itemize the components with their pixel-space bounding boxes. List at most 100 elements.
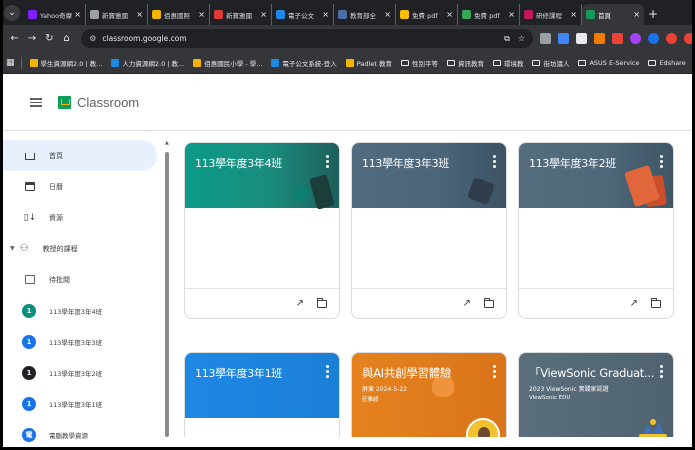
- bookmark-label[interactable]: 資訊教育: [458, 58, 484, 68]
- sidebar-scrollbar[interactable]: ▲: [165, 140, 170, 440]
- reload-icon[interactable]: ↻: [43, 33, 56, 44]
- expand-caret-icon[interactable]: ▼: [10, 245, 15, 252]
- folder-icon[interactable]: [651, 297, 661, 308]
- bookmark-star-icon[interactable]: ☆: [518, 34, 525, 43]
- bookmark-item[interactable]: 資訊教育: [446, 58, 484, 68]
- course-card[interactable]: 113學年度3年1班: [184, 352, 340, 437]
- bookmark-item[interactable]: 學生資源網2.0 | 教...: [29, 58, 103, 68]
- close-tab-icon[interactable]: ×: [508, 10, 515, 19]
- extension-icon[interactable]: [558, 33, 569, 44]
- close-tab-icon[interactable]: ×: [322, 10, 329, 19]
- extension-icon[interactable]: [576, 33, 587, 44]
- bookmark-label[interactable]: 街坊議人: [543, 58, 569, 68]
- course-card-banner[interactable]: 113學年度3年1班: [185, 353, 339, 418]
- sidebar-course-item[interactable]: 1 113學年度3年3班: [3, 326, 163, 357]
- extension-icon[interactable]: [630, 33, 641, 44]
- browser-tab[interactable]: 免費 pdf ×: [396, 4, 458, 25]
- browser-tab[interactable]: 電子公文 ×: [272, 4, 334, 25]
- close-tab-icon[interactable]: ×: [570, 10, 577, 19]
- classroom-logo-icon[interactable]: [58, 96, 71, 109]
- bookmark-item[interactable]: 街坊議人: [532, 58, 569, 68]
- extension-icon[interactable]: [594, 33, 605, 44]
- course-card-banner[interactable]: 與AI共創學習體驗 屏東 2024-5-22 莊雅超: [352, 353, 506, 437]
- close-tab-icon[interactable]: ×: [446, 10, 453, 19]
- tab-title[interactable]: 新寶雅國: [102, 10, 134, 20]
- scroll-thumb[interactable]: [165, 152, 169, 437]
- tab-title[interactable]: 研修課程: [536, 10, 568, 20]
- close-tab-icon[interactable]: ×: [136, 10, 143, 19]
- bookmark-item[interactable]: ASUS E-Service: [578, 59, 639, 67]
- url-text[interactable]: classroom.google.com: [102, 34, 504, 43]
- more-options-icon[interactable]: [493, 365, 496, 378]
- sidebar-item-to-review[interactable]: 待批閱: [3, 264, 163, 295]
- course-card[interactable]: 113學年度3年4班 ↗: [184, 142, 340, 319]
- trending-icon[interactable]: ↗: [630, 298, 638, 309]
- sidebar-item-calendar[interactable]: 日曆: [3, 171, 163, 202]
- home-icon[interactable]: ⌂: [60, 33, 73, 44]
- tab-title[interactable]: 佰惠國照: [164, 10, 196, 20]
- sidebar-course-item[interactable]: 電 電腦教學資源: [3, 419, 163, 450]
- more-options-icon[interactable]: [326, 365, 329, 378]
- extension-icon[interactable]: [684, 33, 695, 44]
- sidebar-course-item[interactable]: 1 113學年度3年4班: [3, 295, 163, 326]
- more-options-icon[interactable]: [493, 155, 496, 168]
- profile-avatar-icon[interactable]: [666, 33, 677, 44]
- bookmark-item[interactable]: 電子公文系統-登入: [271, 58, 337, 68]
- course-card[interactable]: 與AI共創學習體驗 屏東 2024-5-22 莊雅超: [351, 352, 507, 437]
- sidebar-course-item[interactable]: 1 113學年度3年1班: [3, 388, 163, 419]
- bookmark-item[interactable]: 人力資源網2.0 | 教...: [111, 58, 184, 68]
- sidebar-item-resources[interactable]: ▯↓ 資源: [3, 202, 163, 233]
- sidebar-course-item[interactable]: 1 113學年度3年2班: [3, 357, 163, 388]
- browser-tab[interactable]: 佰惠國照 ×: [148, 4, 210, 25]
- course-card-banner[interactable]: 「ViewSonic Graduat... 2023 ViewSonic 實踐家…: [519, 353, 673, 437]
- tab-title[interactable]: 新寶雅國: [226, 10, 258, 20]
- more-options-icon[interactable]: [326, 155, 329, 168]
- extension-icon[interactable]: [612, 33, 623, 44]
- extension-icon[interactable]: [540, 33, 551, 44]
- folder-icon[interactable]: [317, 297, 327, 308]
- course-card-title[interactable]: 「ViewSonic Graduat...: [529, 365, 673, 381]
- course-card-banner[interactable]: 113學年度3年4班: [185, 143, 339, 210]
- bookmark-label[interactable]: 性別平等: [412, 58, 438, 68]
- tab-title[interactable]: 免費 pdf: [412, 10, 444, 20]
- browser-tab[interactable]: 教育部全 ×: [334, 4, 396, 25]
- course-card-banner[interactable]: 113學年度3年2班: [519, 143, 673, 208]
- browser-tab[interactable]: 首頁 ×: [582, 4, 644, 25]
- forward-icon[interactable]: →: [25, 33, 38, 44]
- course-card-title[interactable]: 113學年度3年2班: [529, 155, 673, 171]
- bookmark-label[interactable]: 環境教: [504, 58, 524, 68]
- course-card-banner[interactable]: 113學年度3年3班: [352, 143, 506, 208]
- course-card[interactable]: 113學年度3年3班 ↗: [351, 142, 507, 319]
- install-app-icon[interactable]: ⧉: [504, 34, 510, 44]
- extension-icon[interactable]: [648, 33, 659, 44]
- trending-icon[interactable]: ↗: [296, 298, 304, 309]
- close-tab-icon[interactable]: ×: [384, 10, 391, 19]
- bookmark-item[interactable]: 佰惠國民小學 - 學...: [193, 58, 262, 68]
- bookmark-label[interactable]: Padlet 教育: [357, 58, 392, 68]
- close-tab-icon[interactable]: ×: [633, 10, 640, 19]
- tab-title[interactable]: 電子公文: [288, 10, 320, 20]
- bookmark-item[interactable]: Edshare: [648, 59, 686, 67]
- omnibox[interactable]: ⚙ classroom.google.com ⧉ ☆: [81, 29, 533, 48]
- bookmark-label[interactable]: ASUS E-Service: [589, 59, 639, 67]
- bookmark-label[interactable]: 電子公文系統-登入: [282, 58, 336, 68]
- back-icon[interactable]: ←: [8, 33, 21, 44]
- course-card-title[interactable]: 113學年度3年4班: [195, 155, 339, 171]
- tab-title[interactable]: 教育部全: [350, 10, 382, 20]
- course-card[interactable]: 「ViewSonic Graduat... 2023 ViewSonic 實踐家…: [518, 352, 674, 437]
- more-options-icon[interactable]: [660, 365, 663, 378]
- browser-tab[interactable]: 研修課程 ×: [520, 4, 582, 25]
- close-tab-icon[interactable]: ×: [74, 10, 81, 19]
- bookmark-label[interactable]: 學生資源網2.0 | 教...: [41, 58, 103, 68]
- bookmark-label[interactable]: Edshare: [659, 59, 685, 67]
- browser-tab[interactable]: Yahoo奇摩 ×: [24, 4, 86, 25]
- tab-title[interactable]: 首頁: [598, 10, 631, 20]
- sidebar-section-teaching[interactable]: ▼ ⚇ 教授的課程: [3, 233, 163, 264]
- close-tab-icon[interactable]: ×: [198, 10, 205, 19]
- course-card[interactable]: 113學年度3年2班 ↗: [518, 142, 674, 319]
- new-tab-icon[interactable]: +: [648, 7, 658, 21]
- course-card-title[interactable]: 113學年度3年3班: [362, 155, 506, 171]
- bookmark-item[interactable]: 性別平等: [400, 58, 438, 68]
- bookmark-item[interactable]: Padlet 教育: [345, 58, 392, 68]
- bookmark-label[interactable]: 人力資源網2.0 | 教...: [122, 58, 184, 68]
